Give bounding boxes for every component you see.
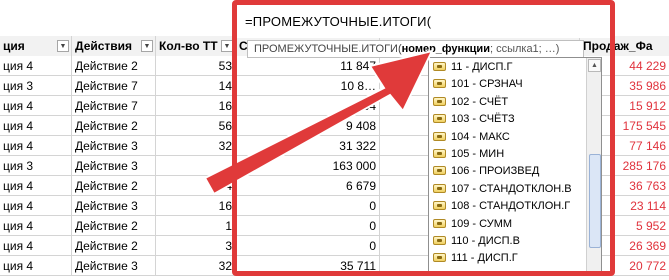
red-arrow-annotation xyxy=(203,49,434,196)
